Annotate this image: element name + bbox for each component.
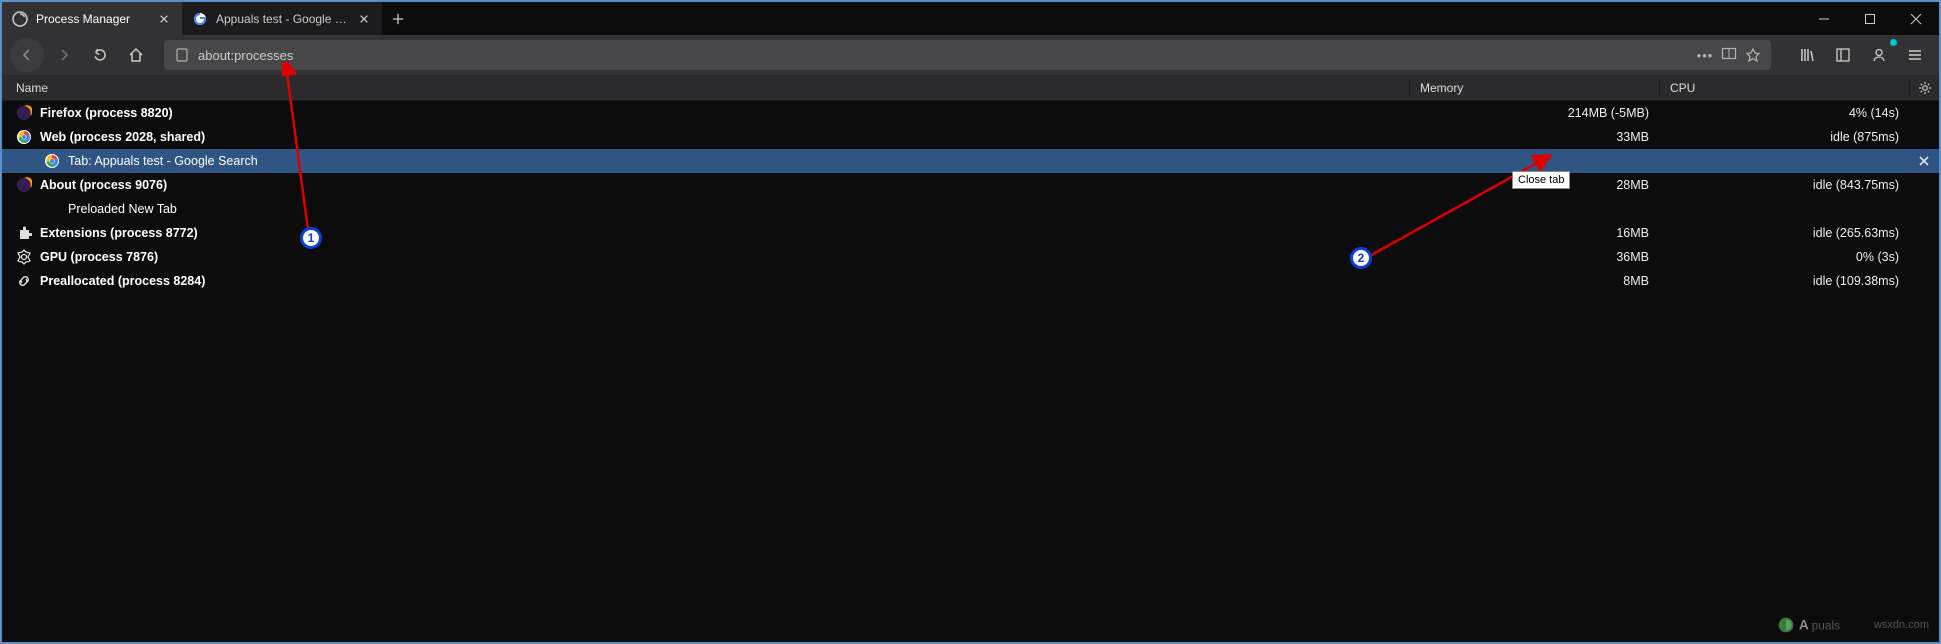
process-table-body: Firefox (process 8820) 214MB (-5MB)4% (14… <box>2 101 1939 293</box>
firefox-icon <box>16 177 32 193</box>
url-text: about:processes <box>198 48 1689 63</box>
tab-title: Process Manager <box>36 12 148 26</box>
firefox-icon <box>16 105 32 121</box>
process-cpu: idle (265.63ms) <box>1659 226 1909 240</box>
process-name-cell: Web (process 2028, shared) <box>2 129 1409 145</box>
tab-close-button[interactable] <box>156 11 172 27</box>
process-memory: 16MB <box>1409 226 1659 240</box>
address-bar[interactable]: about:processes ••• <box>164 40 1771 70</box>
maximize-button[interactable] <box>1847 2 1893 35</box>
process-row[interactable]: Tab: Appuals test - Google Search <box>2 149 1939 173</box>
annotation-marker-2: 2 <box>1350 247 1372 269</box>
process-row[interactable]: Web (process 2028, shared) 33MBidle (875m… <box>2 125 1939 149</box>
process-memory: 33MB <box>1409 130 1659 144</box>
svg-text:A: A <box>1799 618 1809 633</box>
window-controls <box>1801 2 1939 35</box>
process-label: Extensions (process 8772) <box>40 226 198 240</box>
extension-icon <box>16 225 32 241</box>
link-icon <box>16 273 32 289</box>
notification-dot-icon <box>1890 39 1897 46</box>
none-icon <box>44 201 60 217</box>
browser-tab-process-manager[interactable]: Process Manager <box>2 2 182 35</box>
tab-close-button[interactable] <box>356 11 372 27</box>
column-cpu[interactable]: CPU <box>1659 81 1909 95</box>
process-cpu: idle (109.38ms) <box>1659 274 1909 288</box>
process-label: About (process 9076) <box>40 178 167 192</box>
svg-text:puals: puals <box>1812 619 1841 633</box>
process-label: Preallocated (process 8284) <box>40 274 205 288</box>
bookmark-star-icon[interactable] <box>1745 47 1761 63</box>
process-memory: 8MB <box>1409 274 1659 288</box>
process-row[interactable]: About (process 9076)28MBidle (843.75ms) <box>2 173 1939 197</box>
process-memory: 214MB (-5MB) <box>1409 106 1659 120</box>
process-name-cell: Preloaded New Tab <box>2 201 1409 217</box>
process-name-cell: About (process 9076) <box>2 177 1409 193</box>
close-process-button[interactable] <box>1909 155 1939 167</box>
back-button[interactable] <box>10 38 44 72</box>
close-tab-tooltip: Close tab <box>1512 171 1570 189</box>
annotation-marker-1: 1 <box>300 227 322 249</box>
google-icon <box>192 11 208 27</box>
home-button[interactable] <box>120 39 152 71</box>
page-info-icon[interactable] <box>174 47 190 63</box>
reload-button[interactable] <box>84 39 116 71</box>
titlebar: Process Manager Appuals test - Google Se… <box>2 2 1939 35</box>
sidebars-button[interactable] <box>1827 39 1859 71</box>
forward-button[interactable] <box>48 39 80 71</box>
gpu-icon <box>16 249 32 265</box>
reader-mode-icon[interactable] <box>1721 47 1737 63</box>
process-name-cell: Preallocated (process 8284) <box>2 273 1409 289</box>
google-icon <box>16 129 32 145</box>
process-label: Preloaded New Tab <box>68 202 177 216</box>
account-button[interactable] <box>1863 39 1895 71</box>
process-label: Firefox (process 8820) <box>40 106 173 120</box>
new-tab-button[interactable] <box>382 2 414 35</box>
watermark: A puals wsxdn.com <box>1769 614 1929 636</box>
column-settings[interactable] <box>1909 81 1939 95</box>
process-cpu: idle (843.75ms) <box>1659 178 1909 192</box>
process-label: Web (process 2028, shared) <box>40 130 205 144</box>
app-menu-button[interactable] <box>1899 39 1931 71</box>
titlebar-drag-area[interactable] <box>414 2 1801 35</box>
close-window-button[interactable] <box>1893 2 1939 35</box>
process-row[interactable]: Extensions (process 8772) 16MBidle (265.6… <box>2 221 1939 245</box>
google-icon <box>44 153 60 169</box>
watermark-text: wsxdn.com <box>1874 619 1929 631</box>
minimize-button[interactable] <box>1801 2 1847 35</box>
library-button[interactable] <box>1791 39 1823 71</box>
process-name-cell: Extensions (process 8772) <box>2 225 1409 241</box>
process-name-cell: GPU (process 7876) <box>2 249 1409 265</box>
process-name-cell: Firefox (process 8820) <box>2 105 1409 121</box>
process-label: GPU (process 7876) <box>40 250 158 264</box>
process-row[interactable]: Preloaded New Tab <box>2 197 1939 221</box>
process-row[interactable]: GPU (process 7876) 36MB0% (3s) <box>2 245 1939 269</box>
process-memory: 36MB <box>1409 250 1659 264</box>
process-cpu: 4% (14s) <box>1659 106 1909 120</box>
process-cpu: 0% (3s) <box>1659 250 1909 264</box>
process-label: Tab: Appuals test - Google Search <box>68 154 258 168</box>
process-row[interactable]: Firefox (process 8820) 214MB (-5MB)4% (14… <box>2 101 1939 125</box>
firefox-tabs-icon <box>12 11 28 27</box>
tab-title: Appuals test - Google Search <box>216 12 348 26</box>
toolbar: about:processes ••• <box>2 35 1939 75</box>
process-cpu: idle (875ms) <box>1659 130 1909 144</box>
column-name[interactable]: Name <box>2 81 1409 95</box>
process-table-header: Name Memory CPU <box>2 75 1939 101</box>
column-memory[interactable]: Memory <box>1409 81 1659 95</box>
process-name-cell: Tab: Appuals test - Google Search <box>2 153 1409 169</box>
page-actions-icon[interactable]: ••• <box>1697 47 1713 63</box>
browser-tab-google-search[interactable]: Appuals test - Google Search <box>182 2 382 35</box>
process-row[interactable]: Preallocated (process 8284) 8MBidle (109.… <box>2 269 1939 293</box>
